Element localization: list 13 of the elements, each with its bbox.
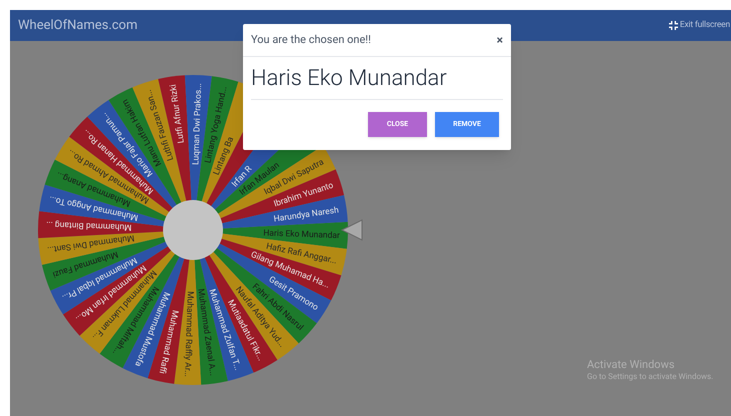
pointer-icon (340, 219, 362, 241)
slice-label: Luqman Dwi Prakos... (191, 82, 204, 166)
dialog-title: You are the chosen one!! (251, 32, 371, 48)
winner-name: Haris Eko Munandar (251, 64, 447, 92)
slice-label: Muhammad Raffly Ar... (182, 291, 195, 378)
slice-label: Haris Eko Munandar (263, 228, 340, 242)
slice-label: Lutfi Afnur Rizki (168, 84, 187, 144)
site-title[interactable]: WheelOfNames.com (18, 16, 138, 36)
slice-label: Muhammad Bintang ... (46, 218, 132, 232)
wheel-hub[interactable] (163, 200, 223, 260)
collapse-icon (668, 21, 678, 30)
slice-label: Harundya Naresh (273, 206, 340, 225)
exit-fullscreen-link[interactable]: Exit fullscreen (668, 19, 730, 32)
